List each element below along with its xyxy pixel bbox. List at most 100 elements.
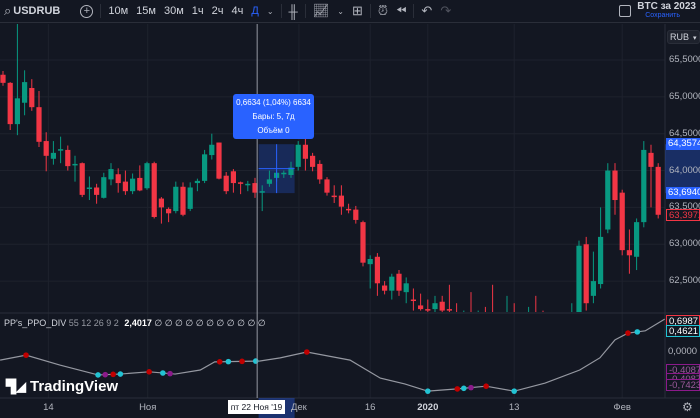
measure-tooltip: 0,6634 (1,04%) 6634 Бары: 5, 7д Объём 0: [233, 94, 314, 139]
indicator-legend[interactable]: PP's_PPO_DIV 55 12 26 9 2 2,4017 ∅ ∅ ∅ ∅…: [4, 318, 266, 329]
axis-settings-button[interactable]: ⚙: [682, 400, 693, 414]
divergence-marker-cyan: [252, 358, 259, 364]
candle: [50, 141, 56, 165]
candle: [506, 295, 508, 312]
candle: [605, 163, 611, 234]
tv-logo-icon: ▜◢: [6, 378, 26, 394]
chart-type-button[interactable]: ╫: [285, 0, 302, 23]
measure-volume: Объём 0: [257, 126, 290, 135]
top-toolbar: ⌕ USDRUB + 10м 15м 30м 1ч 2ч 4ч Д ⌄ ╫ 📈︎ ⌄…: [0, 0, 700, 23]
candle: [14, 24, 20, 136]
candle-body: [569, 318, 574, 333]
candle-body: [533, 318, 538, 322]
compare-button[interactable]: +: [76, 0, 97, 23]
candle-body: [79, 163, 85, 195]
candle: [338, 185, 344, 215]
candle-body: [619, 192, 625, 251]
divergence-marker-red: [625, 330, 631, 336]
time-axis-label: 2020: [417, 402, 439, 413]
divergence-marker-red: [239, 358, 245, 365]
candle-body: [360, 222, 366, 263]
candle: [245, 180, 251, 192]
divergence-marker-red: [304, 349, 310, 355]
candle: [173, 181, 179, 214]
templates-button[interactable]: ⊞: [348, 0, 367, 23]
divider: [280, 4, 282, 18]
time-axis-label: Дек: [290, 402, 307, 413]
candle: [108, 163, 114, 186]
candle-body: [43, 141, 49, 156]
candle-body: [202, 154, 208, 181]
candle-body: [590, 281, 596, 296]
brand-text: TradingView: [30, 378, 119, 395]
interval-4h[interactable]: 4ч: [228, 0, 248, 23]
candle: [367, 255, 373, 289]
layout-name: BTC за 2023: [637, 1, 696, 12]
replay-button[interactable]: ⏪︎: [392, 0, 410, 23]
price-badge: 64,3574: [666, 138, 700, 151]
candle: [166, 207, 172, 223]
redo-button[interactable]: ↷: [436, 0, 455, 23]
candle-body: [137, 177, 143, 191]
candle-body: [295, 144, 301, 167]
candle-body: [302, 144, 308, 159]
candle: [151, 161, 157, 219]
candle-body: [418, 305, 424, 310]
indicators-button[interactable]: 📈︎ ⌄: [309, 0, 348, 23]
candle-body: [324, 179, 330, 193]
candle-body: [389, 276, 395, 291]
candle: [389, 273, 395, 300]
candle-body: [519, 322, 524, 329]
candle: [396, 270, 402, 296]
interval-2h[interactable]: 2ч: [208, 0, 228, 23]
alert-button[interactable]: ⏰︎: [374, 0, 392, 23]
candles-icon: ╫: [288, 3, 298, 19]
candle-body: [173, 186, 179, 212]
divergence-marker-cyan: [511, 388, 517, 394]
interval-10m[interactable]: 10м: [104, 0, 132, 23]
fullscreen-button[interactable]: [615, 0, 635, 23]
interval-15m[interactable]: 15м: [132, 0, 160, 23]
candle-body: [562, 325, 567, 332]
divergence-marker-red: [110, 371, 116, 378]
measure-change: 0,6634 (1,04%) 6634: [236, 98, 311, 107]
candle-body: [317, 163, 323, 180]
save-button[interactable]: Сохранить: [645, 11, 696, 20]
candle-body: [50, 152, 56, 159]
candle-body: [266, 179, 272, 184]
candle-body: [281, 172, 287, 175]
candle-body: [555, 325, 560, 336]
undo-button[interactable]: ↶: [417, 0, 436, 23]
symbol-search[interactable]: ⌕ USDRUB: [0, 0, 64, 23]
candle-body: [58, 149, 64, 151]
candle-body: [14, 98, 20, 125]
indicator-axis-label: 0,4621: [666, 325, 700, 338]
candle-body: [144, 163, 150, 189]
candle: [302, 138, 308, 171]
candle: [456, 303, 458, 312]
interval-1h[interactable]: 1ч: [188, 0, 208, 23]
candle-body: [648, 152, 654, 167]
candle: [439, 295, 445, 312]
layout-menu[interactable]: BTC за 2023 Сохранить: [635, 2, 700, 20]
candle-body: [410, 299, 416, 302]
candle: [115, 168, 121, 193]
candle: [216, 142, 222, 180]
candle-body: [605, 170, 611, 230]
candle-body: [367, 258, 373, 265]
candle-body: [655, 166, 661, 215]
chart-canvas[interactable]: [0, 24, 700, 418]
interval-dropdown[interactable]: ⌄: [263, 0, 278, 23]
interval-day[interactable]: Д: [247, 0, 262, 23]
candle-body: [65, 149, 71, 167]
divergence-marker-cyan: [160, 370, 166, 376]
candle: [492, 284, 494, 312]
alarm-plus-icon: ⏰︎: [377, 3, 388, 18]
divergence-marker-red: [454, 386, 461, 392]
candle-body: [245, 183, 251, 186]
interval-30m[interactable]: 30м: [160, 0, 188, 23]
currency-button[interactable]: RUB ▾: [667, 30, 700, 44]
candle-body: [115, 174, 121, 184]
candle-body: [187, 187, 193, 209]
candle: [65, 145, 71, 171]
